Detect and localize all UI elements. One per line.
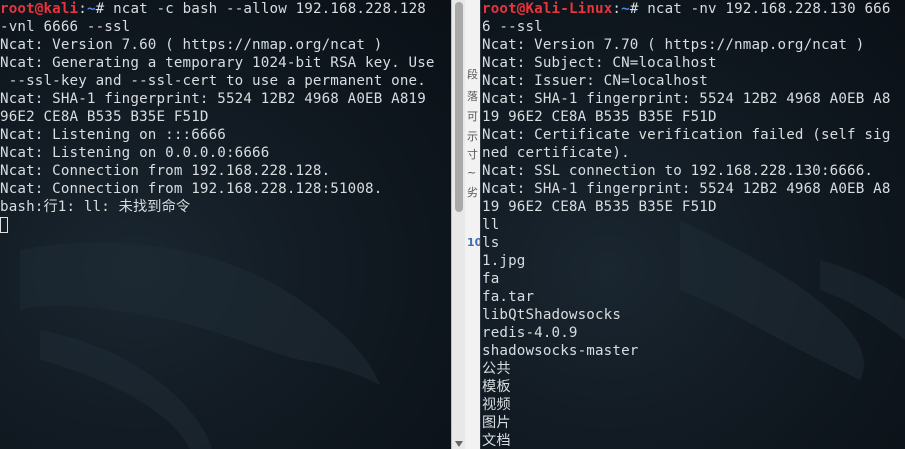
prompt-host: Kali-Linux bbox=[525, 1, 613, 17]
right-prompt-line: root@Kali-Linux:~# ncat -nv 192.168.228.… bbox=[482, 0, 905, 18]
output-line: ned certificate). bbox=[482, 145, 630, 161]
left-terminal-output: root@kali:~# ncat -c bash --allow 192.16… bbox=[0, 0, 451, 234]
strip-char: 示 bbox=[467, 130, 478, 143]
output-line: 19 96E2 CE8A B535 B35E F51D bbox=[482, 199, 717, 215]
output-line: 6 --ssl bbox=[482, 19, 543, 35]
output-line: 公共 bbox=[482, 361, 511, 377]
cursor-line[interactable] bbox=[0, 216, 451, 234]
prompt-path: ~ bbox=[86, 1, 96, 17]
prompt-user: root bbox=[0, 1, 35, 17]
prompt-separator: : bbox=[78, 1, 87, 17]
prompt-symbol: # bbox=[95, 1, 114, 17]
strip-number: 10 bbox=[467, 236, 481, 249]
output-line: Ncat: Listening on :::6666 bbox=[0, 127, 226, 143]
output-line: Ncat: Connection from 192.168.228.128. bbox=[0, 163, 331, 179]
prompt-user: root bbox=[482, 1, 517, 17]
output-line: Ncat: SHA-1 fingerprint: 5524 12B2 4968 … bbox=[482, 181, 891, 197]
output-line: Ncat: SHA-1 fingerprint: 5524 12B2 4968 … bbox=[482, 91, 891, 107]
terminal-cursor bbox=[0, 217, 8, 233]
output-line: 图片 bbox=[482, 415, 511, 431]
output-line: 19 96E2 CE8A B535 B35E F51D bbox=[482, 109, 717, 125]
output-line: 视频 bbox=[482, 397, 511, 413]
command-text: ncat -nv 192.168.228.130 666 bbox=[647, 1, 891, 17]
strip-char: 落 bbox=[467, 90, 478, 103]
strip-char: 寸 bbox=[467, 148, 478, 161]
output-line: -vnl 6666 --ssl bbox=[0, 19, 131, 35]
output-line: Ncat: SHA-1 fingerprint: 5524 12B2 4968 … bbox=[0, 91, 426, 107]
output-line: ls bbox=[482, 235, 500, 251]
output-line: ll bbox=[482, 217, 500, 233]
output-line: shadowsocks-master bbox=[482, 343, 639, 359]
prompt-host: kali bbox=[43, 1, 79, 17]
command-text: ncat -c bash --allow 192.168.228.128 bbox=[113, 1, 426, 17]
strip-char: ~ bbox=[467, 166, 477, 179]
output-line: 1.jpg bbox=[482, 253, 526, 269]
output-line: Ncat: Version 7.60 ( https://nmap.org/nc… bbox=[0, 37, 383, 53]
output-line: --ssl-key and --ssl-cert to use a perman… bbox=[0, 73, 426, 89]
pane-divider bbox=[480, 0, 481, 449]
output-line: Ncat: Certificate verification failed (s… bbox=[482, 127, 891, 143]
output-line: Ncat: Connection from 192.168.228.128:51… bbox=[0, 181, 383, 197]
scrollbar-thumb[interactable] bbox=[455, 2, 463, 212]
output-line: Ncat: Generating a temporary 1024-bit RS… bbox=[0, 55, 435, 71]
output-line: 模板 bbox=[482, 379, 511, 395]
output-line: bash:行1: ll: 未找到命令 bbox=[0, 199, 191, 215]
output-line: redis-4.0.9 bbox=[482, 325, 578, 341]
background-window-strip[interactable]: 段 落 可 示 寸 ~ 劣 10 bbox=[465, 0, 481, 449]
left-terminal[interactable]: root@kali:~# ncat -c bash --allow 192.16… bbox=[0, 0, 451, 449]
output-line: Ncat: SSL connection to 192.168.228.130:… bbox=[482, 163, 874, 179]
output-line: libQtShadowsocks bbox=[482, 307, 622, 323]
output-line: Ncat: Listening on 0.0.0.0:6666 bbox=[0, 145, 270, 161]
output-line: fa bbox=[482, 271, 500, 287]
output-line: 96E2 CE8A B535 B35E F51D bbox=[0, 109, 209, 125]
right-terminal-output: root@Kali-Linux:~# ncat -nv 192.168.228.… bbox=[482, 0, 905, 449]
output-line: Ncat: Subject: CN=localhost bbox=[482, 55, 717, 71]
strip-char: 段 bbox=[467, 68, 478, 81]
output-line: Ncat: Version 7.70 ( https://nmap.org/nc… bbox=[482, 37, 865, 53]
right-terminal[interactable]: root@Kali-Linux:~# ncat -nv 192.168.228.… bbox=[480, 0, 905, 449]
strip-char: 劣 bbox=[467, 186, 478, 199]
scroll-down-arrow-icon[interactable] bbox=[455, 441, 463, 447]
output-line: Ncat: Issuer: CN=localhost bbox=[482, 73, 708, 89]
prompt-separator: : bbox=[612, 1, 622, 17]
left-prompt-line: root@kali:~# ncat -c bash --allow 192.16… bbox=[0, 0, 451, 18]
prompt-symbol: # bbox=[629, 1, 648, 17]
output-line: fa.tar bbox=[482, 289, 535, 305]
prompt-path: ~ bbox=[621, 1, 630, 17]
left-terminal-scrollbar[interactable] bbox=[451, 0, 466, 449]
output-line: 文档 bbox=[482, 433, 511, 449]
strip-char: 可 bbox=[467, 110, 478, 123]
